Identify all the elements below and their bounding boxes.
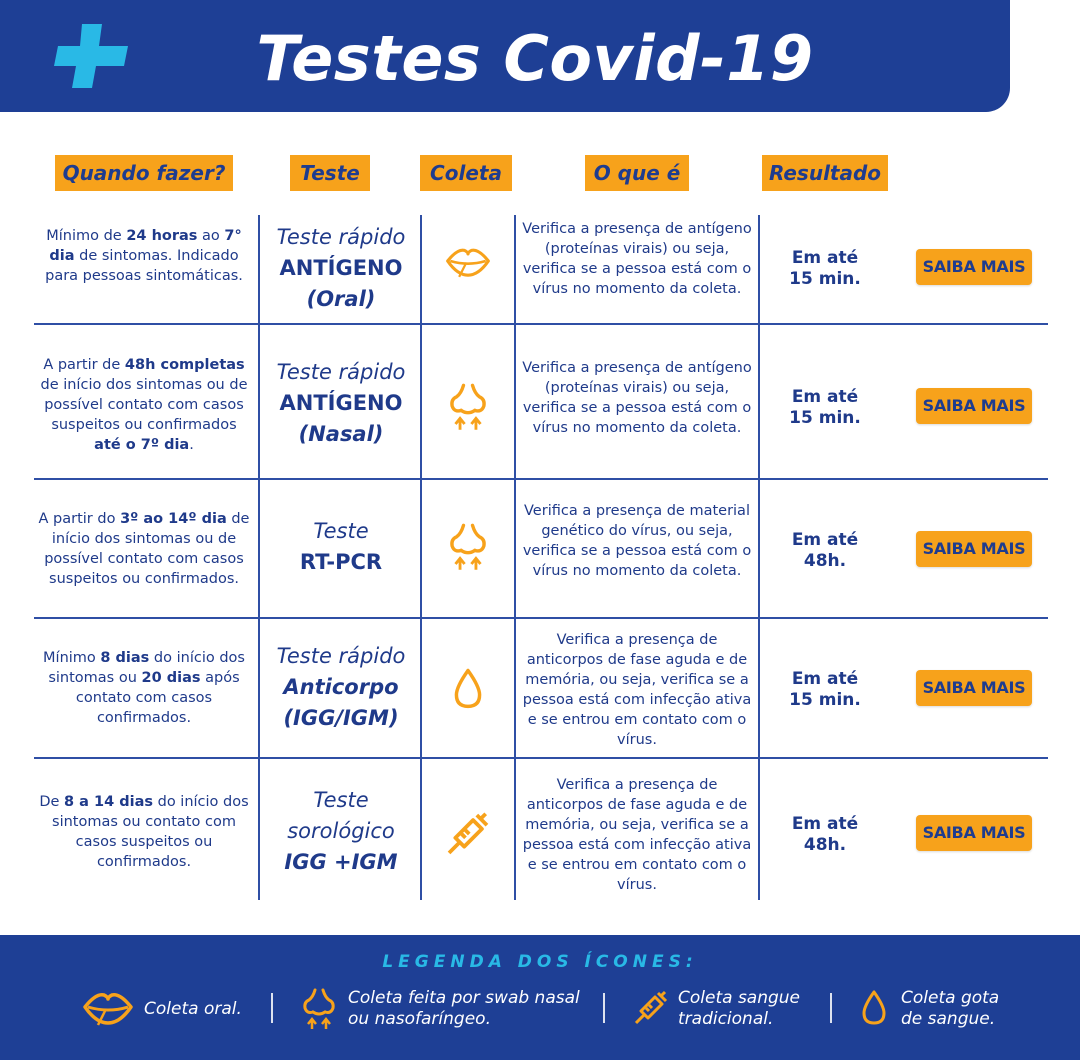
test-description: Verifica a presença de material genético…: [522, 503, 752, 579]
syringe-icon: [444, 810, 492, 862]
row-divider: [34, 617, 1048, 619]
legend-footer: LEGENDA DOS ÍCONES: Coleta oral. Coleta …: [0, 935, 1080, 1060]
saiba-mais-button[interactable]: SAIBA MAIS: [916, 531, 1032, 567]
result-time: Em até 15 min.: [789, 669, 861, 710]
test-name: Teste RT-PCR: [299, 519, 383, 574]
legend-label-nasal: Coleta feita por swab nasal ou nasofarín…: [348, 988, 580, 1029]
when-to-test-text: Mínimo 8 dias do início dos sintomas ou …: [43, 650, 245, 726]
test-description: Verifica a presença de anticorpos de fas…: [522, 777, 752, 893]
nose-swab-icon: [448, 522, 488, 576]
row-divider: [34, 757, 1048, 759]
legend-separator: [830, 993, 832, 1023]
when-to-test-text: Mínimo de 24 horas ao 7° dia de sintomas…: [45, 228, 243, 284]
test-description: Verifica a presença de antígeno (proteín…: [522, 221, 752, 297]
saiba-mais-button[interactable]: SAIBA MAIS: [916, 388, 1032, 424]
row-divider: [34, 323, 1048, 325]
test-name: Teste sorológico IGG +IGM: [284, 788, 398, 874]
when-to-test-text: A partir de 48h completas de início dos …: [40, 357, 248, 453]
nose-swab-icon: [448, 382, 488, 436]
column-header-result: Resultado: [762, 155, 888, 191]
column-header-collection: Coleta: [420, 155, 512, 191]
legend-label-oral: Coleta oral.: [144, 999, 242, 1019]
grid-divider: [258, 215, 260, 900]
saiba-mais-button[interactable]: SAIBA MAIS: [916, 815, 1032, 851]
blood-drop-icon: [451, 667, 485, 715]
test-description: Verifica a presença de anticorpos de fas…: [522, 632, 752, 748]
when-to-test-text: De 8 a 14 dias do início dos sintomas ou…: [39, 794, 249, 870]
test-name: Teste rápido Anticorpo (IGG/IGM): [276, 644, 406, 730]
result-time: Em até 48h.: [791, 814, 859, 855]
test-name: Teste rápido ANTÍGENO (Nasal): [276, 360, 406, 446]
result-time: Em até 15 min.: [789, 248, 861, 289]
grid-divider: [420, 215, 422, 900]
lips-icon: [83, 993, 133, 1026]
test-name: Teste rápido ANTÍGENO (Oral): [276, 225, 406, 311]
result-time: Em até 48h.: [791, 530, 859, 571]
lips-icon: [445, 243, 491, 283]
page-title: Testes Covid-19: [256, 22, 814, 95]
legend-separator: [603, 993, 605, 1023]
legend-title: LEGENDA DOS ÍCONES:: [382, 952, 698, 972]
saiba-mais-button[interactable]: SAIBA MAIS: [916, 249, 1032, 285]
syringe-icon: [634, 990, 668, 1025]
grid-divider: [758, 215, 760, 900]
result-time: Em até 15 min.: [789, 387, 861, 428]
when-to-test-text: A partir do 3º ao 14º dia de início dos …: [38, 511, 250, 587]
header-banner: Testes Covid-19: [0, 0, 1010, 112]
blood-drop-icon: [862, 990, 886, 1025]
legend-separator: [271, 993, 273, 1023]
row-divider: [34, 478, 1048, 480]
saiba-mais-button[interactable]: SAIBA MAIS: [916, 670, 1032, 706]
nose-swab-icon: [303, 988, 335, 1029]
column-header-when: Quando fazer?: [55, 155, 233, 191]
test-description: Verifica a presença de antígeno (proteín…: [522, 360, 752, 436]
column-header-test: Teste: [290, 155, 370, 191]
legend-label-drop: Coleta gota de sangue.: [901, 988, 1000, 1029]
legend-label-syringe: Coleta sangue tradicional.: [678, 988, 801, 1029]
column-header-what: O que é: [585, 155, 689, 191]
grid-divider: [514, 215, 516, 900]
